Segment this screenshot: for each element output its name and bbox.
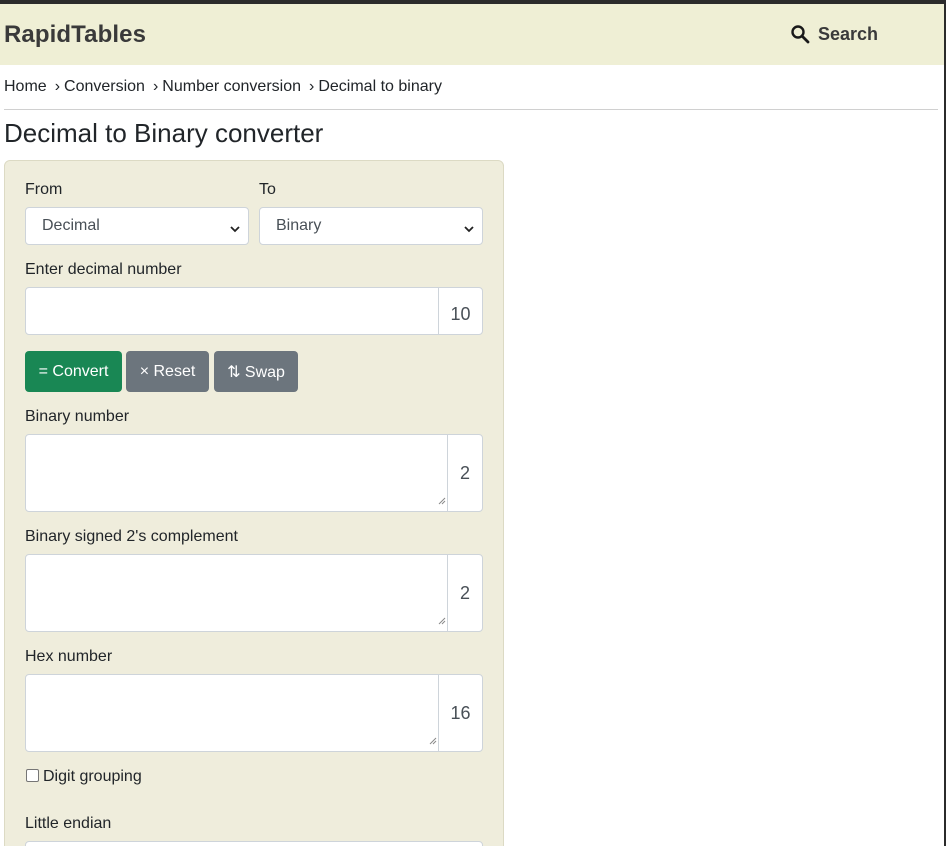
converter-panel: From To Decimal Binary Enter decimal num… bbox=[4, 160, 504, 846]
resize-grip-icon[interactable] bbox=[438, 492, 446, 510]
from-select[interactable]: Decimal bbox=[25, 207, 249, 245]
resize-grip-icon[interactable] bbox=[438, 612, 446, 630]
breadcrumb-separator: › bbox=[152, 78, 159, 95]
digit-grouping-checkbox[interactable] bbox=[26, 769, 39, 782]
binary-output[interactable] bbox=[25, 434, 448, 512]
hex-number-label: Hex number bbox=[25, 648, 113, 665]
to-select-value: Binary bbox=[276, 217, 322, 234]
to-select[interactable]: Binary bbox=[259, 207, 483, 245]
breadcrumb-divider bbox=[4, 109, 938, 110]
little-endian-field[interactable] bbox=[25, 841, 483, 846]
convert-button[interactable]: = Convert bbox=[25, 351, 122, 392]
little-endian-label: Little endian bbox=[25, 815, 112, 832]
search-icon bbox=[790, 24, 810, 44]
resize-grip-icon[interactable] bbox=[429, 732, 437, 750]
breadcrumb-separator: › bbox=[54, 78, 61, 95]
decimal-base-badge: 10 bbox=[438, 287, 483, 335]
decimal-input-label: Enter decimal number bbox=[25, 261, 182, 278]
breadcrumb-decimal-to-binary[interactable]: Decimal to binary bbox=[318, 78, 442, 96]
twos-complement-output[interactable] bbox=[25, 554, 448, 632]
decimal-input[interactable] bbox=[25, 287, 439, 335]
breadcrumb-conversion[interactable]: Conversion bbox=[64, 78, 145, 96]
page-title: Decimal to Binary converter bbox=[4, 118, 324, 148]
breadcrumb-number-conversion[interactable]: Number conversion bbox=[162, 78, 301, 96]
chevron-down-icon bbox=[230, 221, 240, 239]
twos-complement-label: Binary signed 2's complement bbox=[25, 528, 238, 545]
chevron-down-icon bbox=[464, 221, 474, 239]
from-label: From bbox=[25, 181, 63, 198]
reset-button[interactable]: × Reset bbox=[126, 351, 209, 392]
breadcrumb-home[interactable]: Home bbox=[4, 78, 47, 96]
digit-grouping-label[interactable]: Digit grouping bbox=[43, 768, 142, 786]
from-select-value: Decimal bbox=[42, 217, 100, 234]
twos-complement-base-badge: 2 bbox=[447, 554, 483, 632]
binary-number-label: Binary number bbox=[25, 408, 130, 425]
binary-base-badge: 2 bbox=[447, 434, 483, 512]
breadcrumb: Home › Conversion › Number conversion › … bbox=[4, 78, 442, 96]
breadcrumb-separator: › bbox=[309, 78, 315, 95]
search-button[interactable]: Search bbox=[790, 21, 878, 47]
swap-button[interactable]: ⇅ Swap bbox=[214, 351, 298, 392]
hex-output[interactable] bbox=[25, 674, 439, 752]
search-label: Search bbox=[818, 23, 879, 44]
site-header: RapidTables Search bbox=[0, 4, 944, 65]
site-logo[interactable]: RapidTables bbox=[4, 21, 146, 49]
hex-base-badge: 16 bbox=[438, 674, 483, 752]
to-label: To bbox=[259, 181, 276, 198]
page: RapidTables Search Home › Conversion › N… bbox=[0, 4, 944, 846]
